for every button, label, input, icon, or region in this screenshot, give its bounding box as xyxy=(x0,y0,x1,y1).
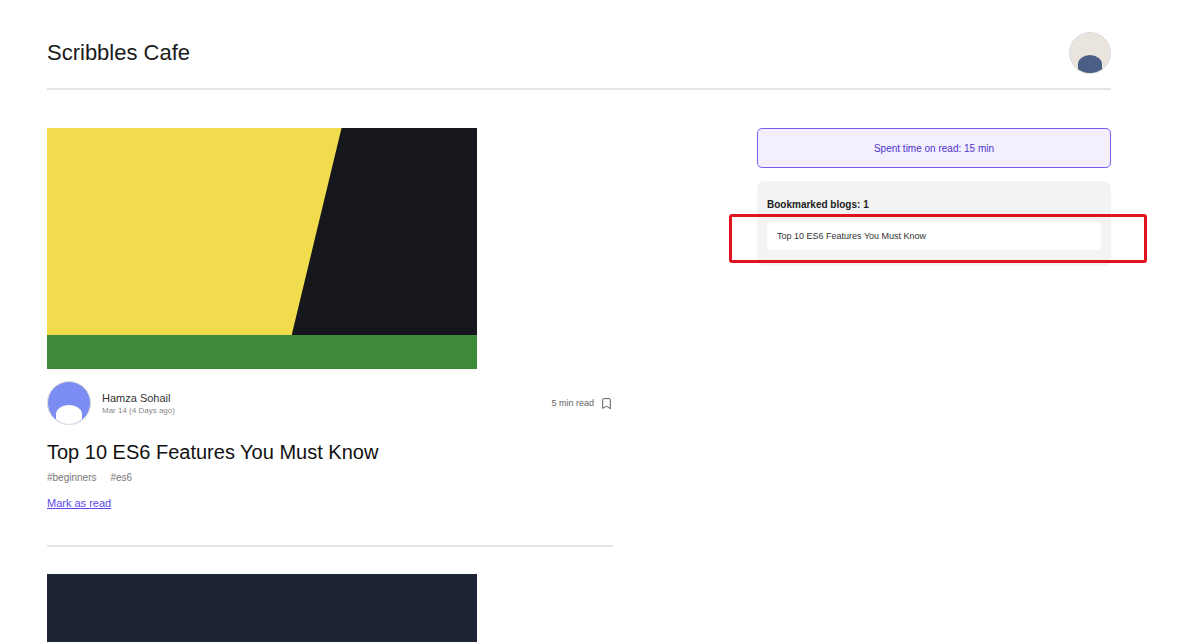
site-title: Scribbles Cafe xyxy=(47,40,190,66)
blog-card: Hamza Sohail Mar 14 (4 Days ago) 5 min rea… xyxy=(47,128,613,547)
bookmark-panel: Bookmarked blogs: 1 Top 10 ES6 Features Y… xyxy=(757,181,1111,266)
author-avatar xyxy=(47,381,91,425)
header: Scribbles Cafe xyxy=(47,0,1111,90)
bookmark-count: Bookmarked blogs: 1 xyxy=(767,199,1101,210)
post-date: Mar 14 (4 Days ago) xyxy=(102,406,175,415)
sidebar: Spent time on read: 15 min Bookmarked blo… xyxy=(757,128,1111,642)
spent-time: Spent time on read: 15 min xyxy=(757,128,1111,168)
blog-tag: #es6 xyxy=(110,472,132,483)
highlight-box xyxy=(729,214,1147,263)
page: Scribbles Cafe Hamza Sohail Mar 14 (4 Days… xyxy=(47,0,1111,642)
bookmark-button[interactable] xyxy=(600,397,613,410)
read-time: 5 min read xyxy=(551,398,594,408)
bookmark-icon[interactable] xyxy=(600,397,613,410)
profile-avatar[interactable] xyxy=(1069,32,1111,74)
blog-title: Top 10 ES6 Features You Must Know xyxy=(47,441,613,464)
blog-cover xyxy=(47,128,477,369)
bookmark-item: Top 10 ES6 Features You Must Know xyxy=(767,222,1101,250)
mark-as-read-link[interactable]: Mark as read xyxy=(47,497,111,509)
author-row: Hamza Sohail Mar 14 (4 Days ago) 5 min rea… xyxy=(47,381,613,425)
blog-tag: #beginners xyxy=(47,472,96,483)
author-name: Hamza Sohail xyxy=(102,392,175,404)
blog-feed: Hamza Sohail Mar 14 (4 Days ago) 5 min rea… xyxy=(47,128,613,642)
blog-cover xyxy=(47,574,477,642)
